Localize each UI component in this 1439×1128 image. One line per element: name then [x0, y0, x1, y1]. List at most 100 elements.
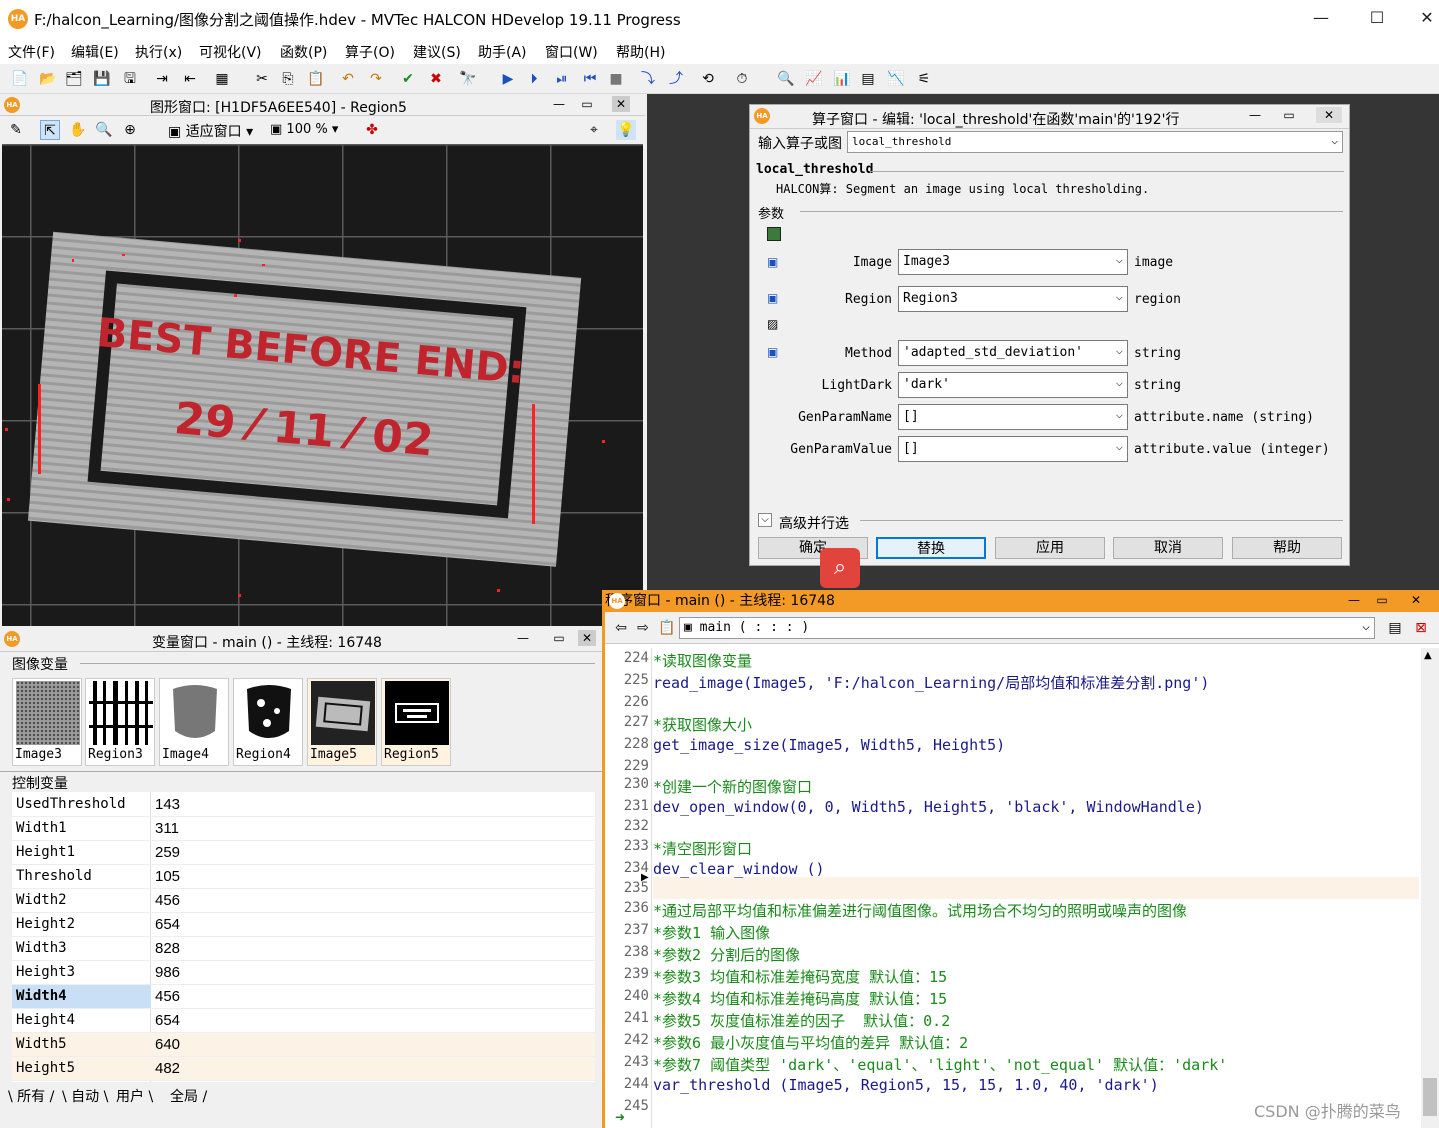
grid-icon[interactable]: ▦ — [212, 69, 232, 89]
edit-procedure-icon[interactable]: ▤ — [1385, 618, 1405, 638]
histogram-icon[interactable]: 📊 — [832, 69, 852, 89]
activate-icon[interactable]: ✔ — [398, 69, 418, 89]
code-line[interactable]: *参数7 阈值类型 'dark'、'equal'、'light'、'not_eq… — [653, 1054, 1227, 1075]
clipboard-icon[interactable]: 📋 — [657, 618, 677, 638]
param-method-select[interactable]: 'adapted_std_deviation' ⌵ — [898, 340, 1128, 366]
run-icon[interactable]: ▶ — [498, 69, 518, 89]
zoom-icon[interactable]: 🔍 — [94, 120, 114, 140]
control-var-row[interactable]: Width2 456 — [12, 889, 595, 913]
restore-icon[interactable]: ▭ — [1280, 107, 1298, 123]
control-var-row[interactable]: Width1 311 — [12, 817, 595, 841]
close-icon[interactable]: ✕ — [1407, 592, 1425, 608]
draw-icon[interactable]: ✎ — [6, 120, 26, 140]
code-line[interactable]: read_image(Image5, 'F:/halcon_Learning/局… — [653, 672, 1209, 693]
reset-icon[interactable]: ⟲ — [698, 69, 718, 89]
gray-histogram-icon[interactable]: 🔍 — [776, 69, 796, 89]
maximize-icon[interactable]: ☐ — [1362, 6, 1392, 30]
menu-file[interactable]: 文件(F) — [8, 42, 55, 62]
image-var-image5[interactable]: Image5 — [307, 678, 377, 766]
step-out-icon[interactable]: ⤴ — [666, 69, 686, 89]
close-icon[interactable]: ✕ — [612, 96, 630, 112]
minimize-icon[interactable]: — — [514, 630, 532, 646]
menu-edit[interactable]: 编辑(E) — [71, 42, 119, 62]
ocr-icon[interactable]: ⚟ — [914, 69, 934, 89]
control-var-row[interactable]: Threshold 105 — [12, 865, 595, 889]
minimize-icon[interactable]: — — [1246, 107, 1264, 123]
code-line[interactable]: *参数5 灰度值标准差的因子 默认值：0.2 — [653, 1010, 950, 1031]
param-lightdark-select[interactable]: 'dark' ⌵ — [898, 372, 1128, 398]
copy-icon[interactable]: ⎘ — [278, 69, 298, 89]
chart-icon[interactable]: 📉 — [886, 69, 906, 89]
help-button[interactable]: 帮助 — [1232, 537, 1342, 559]
scroll-up-icon[interactable]: ▲ — [1424, 650, 1432, 661]
param-region-select[interactable]: Region3 ⌵ — [898, 286, 1128, 312]
zoom-select[interactable]: ▣ 100 % ▾ — [270, 122, 338, 137]
control-var-row-selected[interactable]: Width4 456 — [12, 985, 595, 1009]
run-to-cursor-icon[interactable]: ⏵ — [524, 69, 544, 89]
code-line[interactable]: dev_open_window(0, 0, Width5, Height5, '… — [653, 798, 1204, 816]
open-file-icon[interactable]: 📂 — [38, 69, 58, 89]
zoom-dropdown-icon[interactable]: ⊕ — [120, 120, 140, 140]
control-var-row[interactable]: Height2 654 — [12, 913, 595, 937]
operator-input[interactable]: local_threshold ⌵ — [847, 131, 1343, 153]
control-var-row[interactable]: Width3 828 — [12, 937, 595, 961]
menu-suggestions[interactable]: 建议(S) — [413, 42, 461, 62]
code-line[interactable]: *读取图像变量 — [653, 650, 752, 671]
expand-advanced-toggle[interactable]: ⌵ — [758, 513, 772, 527]
find-icon[interactable]: 🔭 — [458, 69, 478, 89]
paste-icon[interactable]: 📋 — [306, 69, 326, 89]
step-back-icon[interactable]: ⏮ — [580, 69, 600, 89]
image-var-region5[interactable]: Region5 — [381, 678, 451, 766]
restore-icon[interactable]: ▭ — [1373, 592, 1391, 608]
code-line[interactable]: dev_clear_window () — [653, 860, 825, 878]
image-var-region4[interactable]: Region4 — [233, 678, 303, 766]
code-line[interactable]: *参数1 输入图像 — [653, 922, 770, 943]
code-line[interactable]: *参数3 均值和标准差掩码宽度 默认值：15 — [653, 966, 947, 987]
close-icon[interactable]: ✕ — [578, 630, 596, 646]
restore-icon[interactable]: ▭ — [578, 96, 596, 112]
stop-icon[interactable]: ■ — [606, 69, 626, 89]
pan-hand-icon[interactable]: ✋ — [68, 120, 88, 140]
param-genparamname-select[interactable]: [] ⌵ — [898, 404, 1128, 430]
pointer-icon[interactable]: ⇱ — [40, 120, 60, 140]
close-icon[interactable]: ✕ — [1316, 107, 1342, 123]
delete-procedure-icon[interactable]: ⊠ — [1411, 618, 1431, 638]
vertical-scrollbar[interactable]: ▲ — [1421, 648, 1439, 1128]
scrollbar-thumb[interactable] — [1423, 1078, 1437, 1116]
fit-window-button[interactable]: ▣ 适应窗口 ▾ — [168, 121, 253, 141]
profiler-icon[interactable]: ⏱ — [732, 69, 752, 89]
apply-button[interactable]: 应用 — [995, 537, 1105, 559]
param-image-select[interactable]: Image3 ⌵ — [898, 249, 1128, 275]
menu-procedures[interactable]: 函数(P) — [280, 42, 327, 62]
undo-icon[interactable]: ↶ — [338, 69, 358, 89]
image-var-image3[interactable]: Image3 — [12, 678, 82, 766]
color-settings-icon[interactable]: ✤ — [362, 120, 382, 140]
open-example-icon[interactable]: 🗂 — [64, 69, 84, 89]
save-all-icon[interactable]: 🖫 — [120, 69, 140, 89]
control-var-row[interactable]: Height1 259 — [12, 841, 595, 865]
menu-visualize[interactable]: 可视化(V) — [199, 42, 262, 62]
search-overlay-icon[interactable]: ⌕ — [820, 548, 860, 588]
light-bulb-icon[interactable]: 💡 — [616, 120, 636, 140]
param-genparamvalue-select[interactable]: [] ⌵ — [898, 436, 1128, 462]
minimize-icon[interactable]: — — [550, 96, 568, 112]
replace-button[interactable]: 替换 — [876, 537, 986, 559]
step-icon[interactable]: ⏯ — [552, 69, 572, 89]
export-icon[interactable]: ⇥ — [152, 69, 172, 89]
redo-icon[interactable]: ↷ — [366, 69, 386, 89]
crosshair-icon[interactable]: ⌖ — [584, 120, 604, 140]
control-var-row[interactable]: Height5 482 — [12, 1057, 595, 1081]
cancel-button[interactable]: 取消 — [1113, 537, 1223, 559]
menu-assistants[interactable]: 助手(A) — [478, 42, 527, 62]
menu-window[interactable]: 窗口(W) — [545, 42, 598, 62]
control-var-row[interactable]: Height4 654 — [12, 1009, 595, 1033]
menu-execute[interactable]: 执行(x) — [135, 42, 182, 62]
restore-icon[interactable]: ▭ — [550, 630, 568, 646]
menu-help[interactable]: 帮助(H) — [616, 42, 665, 62]
minimize-icon[interactable]: — — [1306, 6, 1336, 30]
back-arrow-icon[interactable]: ⇦ — [611, 618, 631, 638]
step-into-icon[interactable]: ⤵ — [638, 69, 658, 89]
image-var-region3[interactable]: Region3 — [85, 678, 155, 766]
cut-icon[interactable]: ✂ — [252, 69, 272, 89]
code-line[interactable]: var_threshold (Image5, Region5, 15, 15, … — [653, 1076, 1159, 1094]
